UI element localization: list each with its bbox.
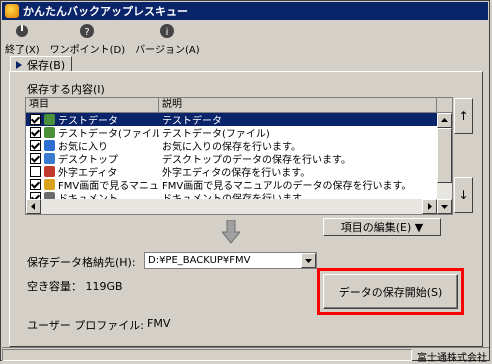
toolbar: 終了(X) ? ワンポイント(D) i バージョン(A) [5,21,210,57]
item-checkbox[interactable] [30,166,41,177]
item-icon [44,140,55,151]
onepoint-button[interactable]: ? ワンポイント(D) [49,21,126,57]
triangle-up-icon [441,118,448,122]
item-icon [44,166,55,177]
version-button[interactable]: i バージョン(A) [135,21,200,57]
scroll-up-arrow[interactable] [437,113,452,128]
app-window: かんたんバックアップレスキュー 終了(X) ? ワンポイント(D) i バージョ… [0,0,490,364]
version-label: バージョン(A) [135,45,200,56]
exit-icon [16,25,29,37]
item-icon [44,179,55,190]
horizontal-scrollbar[interactable] [26,199,437,214]
exit-button[interactable]: 終了(X) [5,21,40,57]
list-header: 項目 説明 [26,98,452,113]
item-checkbox[interactable] [30,127,41,138]
triangle-down-icon [441,205,448,209]
title-bar: かんたんバックアップレスキュー [2,2,488,20]
list-label: 保存する内容(I) [27,83,105,96]
triangle-right-icon [428,203,432,210]
status-pane [2,349,412,361]
company-name: 富士通株式会社 [417,353,487,364]
free-space-text: 空き容量： 119GB [27,280,123,293]
item-checkbox[interactable] [30,140,41,151]
start-save-button[interactable]: データの保存開始(S) [323,274,458,309]
destination-value: D:¥PE_BACKUP¥FMV [148,255,251,266]
triangle-left-icon [31,203,35,210]
info-icon: i [160,24,175,38]
item-checkbox[interactable] [30,114,41,125]
profile-label: ユーザー プロファイル: [27,319,144,332]
exit-label: 終了(X) [5,45,40,56]
svg-text:i: i [166,27,169,38]
move-up-button[interactable]: ↑ [454,98,473,134]
window-title: かんたんバックアップレスキュー [23,5,188,18]
edit-items-button[interactable]: 項目の編集(E) ▼ [323,218,441,236]
content-list[interactable]: 項目 説明 テストデータ テストデータ テストデータ(ファイル) テストデータ(ファイ… [25,97,453,215]
dropdown-arrow-icon[interactable] [301,253,316,268]
question-icon: ? [80,24,95,38]
arrow-down-icon [222,220,240,244]
tab-save[interactable]: 保存(B) [10,56,72,72]
status-bar: 富士通株式会社 [2,347,489,364]
app-icon [5,4,19,18]
item-checkbox[interactable] [30,153,41,164]
move-down-button[interactable]: ↓ [454,177,473,213]
destination-select[interactable]: D:¥PE_BACKUP¥FMV [144,252,317,269]
scroll-left-arrow[interactable] [26,199,41,214]
onepoint-label: ワンポイント(D) [49,45,126,56]
item-icon [44,127,55,138]
item-icon [44,114,55,125]
item-checkbox[interactable] [30,179,41,190]
scroll-down-arrow[interactable] [437,199,452,214]
vertical-scrollbar[interactable] [437,113,452,214]
destination-label: 保存データ格納先(H): [27,256,136,269]
item-icon [44,153,55,164]
scroll-thumb[interactable] [437,128,452,183]
column-header-desc[interactable]: 説明 [159,98,437,112]
tab-arrow-icon [16,60,22,69]
svg-text:?: ? [85,27,90,38]
column-header-item[interactable]: 項目 [26,98,159,112]
profile-value: FMV [147,317,171,330]
scroll-right-arrow[interactable] [422,199,437,214]
